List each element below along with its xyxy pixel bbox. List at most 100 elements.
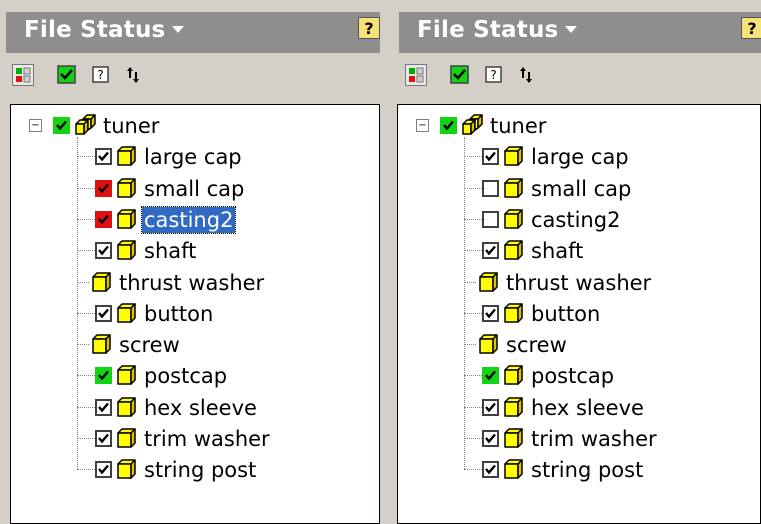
checkbox[interactable]: [95, 367, 112, 385]
help-icon[interactable]: ?: [358, 17, 380, 39]
refresh-icon[interactable]: [122, 64, 144, 86]
info-icon[interactable]: ?: [483, 64, 505, 86]
check-icon[interactable]: [449, 64, 471, 86]
tree-node-label: hex sleeve: [144, 395, 257, 420]
checkbox[interactable]: [482, 430, 499, 447]
assembly-tree[interactable]: − tuner large cap small cap casting2 shaft thr…: [10, 104, 380, 524]
tree-node-label: button: [531, 301, 601, 326]
refresh-icon[interactable]: [515, 64, 537, 86]
part-icon: [117, 177, 136, 198]
tree-connector: [464, 375, 482, 377]
tree-node[interactable]: string post: [398, 455, 760, 485]
tree-connector: [77, 406, 95, 408]
checkbox[interactable]: [95, 430, 112, 447]
panel-header: File Status ?: [399, 12, 761, 53]
help-icon[interactable]: ?: [741, 17, 761, 39]
checkbox[interactable]: [482, 398, 499, 416]
checkbox[interactable]: [95, 179, 112, 197]
tree-node[interactable]: thrust washer: [11, 268, 379, 298]
tree-node[interactable]: button: [398, 299, 760, 329]
checkbox[interactable]: [482, 304, 499, 322]
part-icon: [479, 271, 498, 292]
collapse-icon[interactable]: −: [29, 119, 42, 132]
file-status-panel-right: File Status ? ? − tuner large cap small …: [393, 0, 761, 524]
part-icon: [117, 428, 136, 448]
tree-node[interactable]: postcap: [11, 361, 379, 391]
tree-node[interactable]: thrust washer: [398, 268, 760, 298]
tree-node-label: small cap: [144, 176, 245, 201]
tree-node-root[interactable]: − tuner: [11, 111, 379, 141]
checkbox[interactable]: [95, 148, 112, 166]
checkbox[interactable]: [482, 461, 499, 479]
checkbox[interactable]: [53, 117, 70, 134]
checkbox[interactable]: [95, 461, 112, 479]
tree-node-label: small cap: [531, 176, 632, 201]
tree-node[interactable]: button: [11, 299, 379, 329]
checkbox[interactable]: [482, 367, 499, 385]
panel-title: File Status: [24, 17, 166, 43]
tree-node[interactable]: string post: [11, 455, 379, 485]
check-icon[interactable]: [56, 64, 78, 86]
tree-connector: [464, 281, 476, 283]
info-icon[interactable]: ?: [90, 64, 112, 86]
tree-node[interactable]: hex sleeve: [398, 393, 760, 423]
part-icon: [504, 209, 523, 229]
tree-node-label: postcap: [144, 364, 228, 389]
tree-node-label: casting2: [531, 207, 621, 232]
tree-node[interactable]: small cap: [398, 174, 760, 204]
tree-node-label: large cap: [531, 145, 629, 170]
tree-connector: [77, 312, 95, 314]
tree-node[interactable]: small cap: [11, 174, 379, 204]
svg-text:?: ?: [490, 68, 496, 82]
tree-node-label: screw: [119, 333, 180, 358]
part-icon: [117, 459, 136, 480]
checkbox[interactable]: [95, 242, 112, 260]
part-icon: [117, 146, 136, 167]
tree-node[interactable]: trim washer: [398, 424, 760, 454]
tree-node[interactable]: casting2: [11, 205, 379, 235]
assembly-icon: [75, 114, 96, 135]
tree-node[interactable]: shaft: [11, 236, 379, 266]
checkbox[interactable]: [482, 210, 499, 228]
filter-icon[interactable]: [405, 64, 427, 86]
tree-node-label: hex sleeve: [531, 395, 644, 420]
checkbox[interactable]: [440, 117, 457, 134]
collapse-icon[interactable]: −: [416, 119, 429, 132]
part-icon: [479, 334, 498, 354]
part-icon: [117, 396, 136, 417]
tree-node[interactable]: casting2: [398, 205, 760, 235]
tree-node[interactable]: hex sleeve: [11, 393, 379, 423]
checkbox[interactable]: [95, 398, 112, 416]
tree-node[interactable]: shaft: [398, 236, 760, 266]
tree-connector: [77, 218, 95, 220]
checkbox[interactable]: [482, 242, 499, 260]
tree-connector: [464, 250, 482, 252]
tree-connector: [77, 469, 95, 471]
tree-node[interactable]: trim washer: [11, 424, 379, 454]
filter-icon[interactable]: [12, 64, 34, 86]
tree-node[interactable]: screw: [11, 330, 379, 360]
file-status-dropdown[interactable]: File Status: [24, 17, 185, 43]
tree-connector: [77, 438, 95, 439]
tree-node[interactable]: large cap: [11, 142, 379, 172]
caret-down-icon: [565, 25, 578, 33]
checkbox[interactable]: [95, 210, 112, 228]
checkbox[interactable]: [482, 148, 499, 166]
svg-text:?: ?: [97, 68, 103, 82]
tree-connector: [464, 312, 482, 314]
tree-node-label: tuner: [490, 114, 547, 138]
tree-node[interactable]: large cap: [398, 142, 760, 172]
file-status-dropdown[interactable]: File Status: [417, 17, 578, 43]
tree-connector: [464, 156, 482, 158]
tree-node-label: string post: [531, 458, 644, 483]
tree-node-root[interactable]: − tuner: [398, 111, 760, 141]
checkbox[interactable]: [482, 179, 499, 197]
assembly-tree[interactable]: − tuner large cap small cap casting2 shaft thr…: [397, 104, 761, 524]
part-icon: [504, 365, 523, 386]
part-icon: [504, 428, 523, 448]
part-icon: [504, 303, 523, 323]
tree-node[interactable]: postcap: [398, 361, 760, 391]
tree-connector: [77, 250, 95, 252]
checkbox[interactable]: [95, 304, 112, 322]
tree-node[interactable]: screw: [398, 330, 760, 360]
